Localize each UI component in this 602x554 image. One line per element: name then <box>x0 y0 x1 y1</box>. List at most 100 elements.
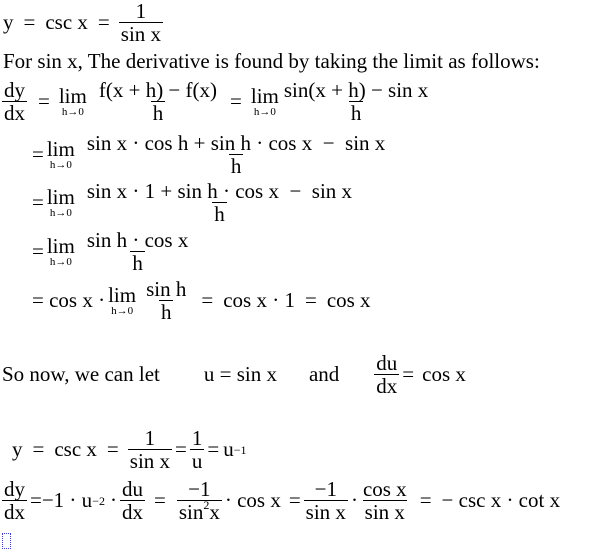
lim-word: lim <box>58 83 87 108</box>
equals-sign: = <box>32 239 44 263</box>
denominator: u <box>189 449 205 473</box>
intro-text: For sin x, The derivative is found by ta… <box>3 49 540 74</box>
limit-operator: lim h→0 <box>46 233 75 268</box>
fraction-neg-one-over-sin-x: −1 sin x <box>303 478 348 524</box>
equals-sign: = <box>288 488 301 512</box>
denominator: dx <box>119 500 145 524</box>
numerator: du <box>121 477 143 501</box>
denominator: sin x <box>127 449 173 473</box>
denominator: sin x <box>303 500 348 524</box>
u-definition: u = sin x <box>203 362 277 386</box>
cos-x-factor: = cos x · <box>32 288 106 312</box>
var-y: y <box>12 437 23 461</box>
equals-sign: = <box>402 362 415 386</box>
denominator: h <box>158 300 174 324</box>
numerator: dy <box>4 78 25 102</box>
dot-operator: · <box>109 488 117 512</box>
numerator: sin h · cos x <box>86 228 189 252</box>
numerator: cos x <box>362 477 407 501</box>
equation-csc-definition: y = csc x = 1 sin x <box>3 0 166 45</box>
fraction-simplified: sin h · cos x h <box>85 229 191 274</box>
result-cos-x: cos x <box>326 288 371 312</box>
equation-step-2: = lim h→0 sin x · cos h + sin h · cos x … <box>32 132 390 177</box>
equals-sign: = <box>230 89 242 113</box>
numerator: −1 <box>188 477 211 501</box>
fraction-neg-one-over-sin-squared: −1 sin2x <box>176 477 222 524</box>
lim-word: lim <box>250 83 279 108</box>
equation-step-4: = lim h→0 sin h · cos x h <box>32 229 193 274</box>
lim-subscript: h→0 <box>49 206 72 219</box>
sin-word: sin <box>178 500 204 524</box>
equals-sign: = <box>175 437 187 461</box>
lim-subscript: h→0 <box>49 158 72 171</box>
csc-x: csc x <box>54 437 97 461</box>
fraction-cos-over-sin: cos x sin x <box>361 478 409 523</box>
numerator: sin h <box>146 277 187 301</box>
equals-sign: = <box>106 437 119 461</box>
fraction-difference-quotient: f(x + h) − f(x) h <box>97 79 219 124</box>
fraction-expanded: sin x · cos h + sin h · cos x − sin x h <box>85 132 387 177</box>
numerator: sin x · 1 + sin h · cos x − sin x <box>86 179 353 203</box>
denominator: dx <box>2 500 27 524</box>
lim-subscript: h→0 <box>49 255 72 268</box>
times-cos-x: · cos x <box>224 488 281 512</box>
csc-x: csc x <box>45 10 88 34</box>
intro-sentence: For sin x, The derivative is found by ta… <box>3 49 540 73</box>
fraction-dy-dx: dy dx <box>2 79 27 124</box>
denominator: dx <box>374 374 400 398</box>
text-cursor-placeholder[interactable] <box>2 533 11 549</box>
dot-operator: · <box>350 488 358 512</box>
var-x: x <box>209 500 220 524</box>
equation-step-3: = lim h→0 sin x · 1 + sin h · cos x − si… <box>32 180 357 225</box>
substitution-text: So now, we can let <box>2 362 160 386</box>
fraction-sin-h-over-h: sin h h <box>144 278 188 323</box>
equals-sign: = <box>32 142 44 166</box>
neg-one-times-u: −1 · u <box>41 488 93 512</box>
cos-x-times-one: cos x · 1 <box>223 288 295 312</box>
lim-subscript: h→0 <box>253 105 276 118</box>
limit-operator: lim h→0 <box>46 184 75 219</box>
numerator: 1 <box>191 426 203 450</box>
equals-sign: = <box>23 10 36 34</box>
denominator: h <box>150 101 166 125</box>
numerator: 1 <box>144 426 156 450</box>
fraction-one-over-sin-x: 1 sin x <box>118 0 164 45</box>
numerator: dy <box>4 477 25 501</box>
equals-sign: = <box>419 488 432 512</box>
denominator: h <box>212 202 227 226</box>
equals-sign: = <box>38 89 50 113</box>
fraction-sin-difference: sin(x + h) − sin x h <box>282 79 430 124</box>
limit-operator: lim h→0 <box>58 83 87 118</box>
denominator: h <box>130 251 145 275</box>
result-cos-x: cos x <box>422 362 466 386</box>
and-word: and <box>308 362 340 386</box>
denominator: sin x <box>362 500 407 524</box>
u-base: u <box>223 437 234 461</box>
denominator: sin2x <box>176 499 222 524</box>
numerator: sin x · cos h + sin h · cos x − sin x <box>86 131 386 155</box>
fraction-du-dx: du dx <box>119 477 145 524</box>
limit-operator: lim h→0 <box>108 282 137 317</box>
denominator: h <box>348 101 364 125</box>
equals-sign: = <box>97 10 110 34</box>
equals-sign: = <box>207 437 220 461</box>
lim-word: lim <box>46 233 75 258</box>
equals-sign: = <box>32 437 45 461</box>
fraction-substituted: sin x · 1 + sin h · cos x − sin x h <box>85 180 354 225</box>
denominator: dx <box>2 101 27 125</box>
lim-subscript: h→0 <box>111 304 134 317</box>
limit-operator: lim h→0 <box>250 83 279 118</box>
equation-step-5: = cos x · lim h→0 sin h h = cos x · 1 = … <box>32 278 371 323</box>
lim-word: lim <box>46 184 75 209</box>
numerator: du <box>376 351 398 375</box>
numerator: 1 <box>135 0 147 23</box>
var-y: y <box>3 10 14 34</box>
numerator: f(x + h) − f(x) <box>98 78 218 102</box>
limit-operator: lim h→0 <box>47 138 75 171</box>
fraction-dy-dx: dy dx <box>2 478 27 523</box>
substitution-line: So now, we can let u = sin x and du dx =… <box>2 352 466 397</box>
equation-limit-definition: dy dx = lim h→0 f(x + h) − f(x) h = lim … <box>2 79 433 124</box>
lim-word: lim <box>108 282 137 307</box>
equals-sign: = <box>30 488 42 512</box>
equation-csc-in-u: y = csc x = 1 sin x = 1 u = u −1 <box>12 426 247 473</box>
